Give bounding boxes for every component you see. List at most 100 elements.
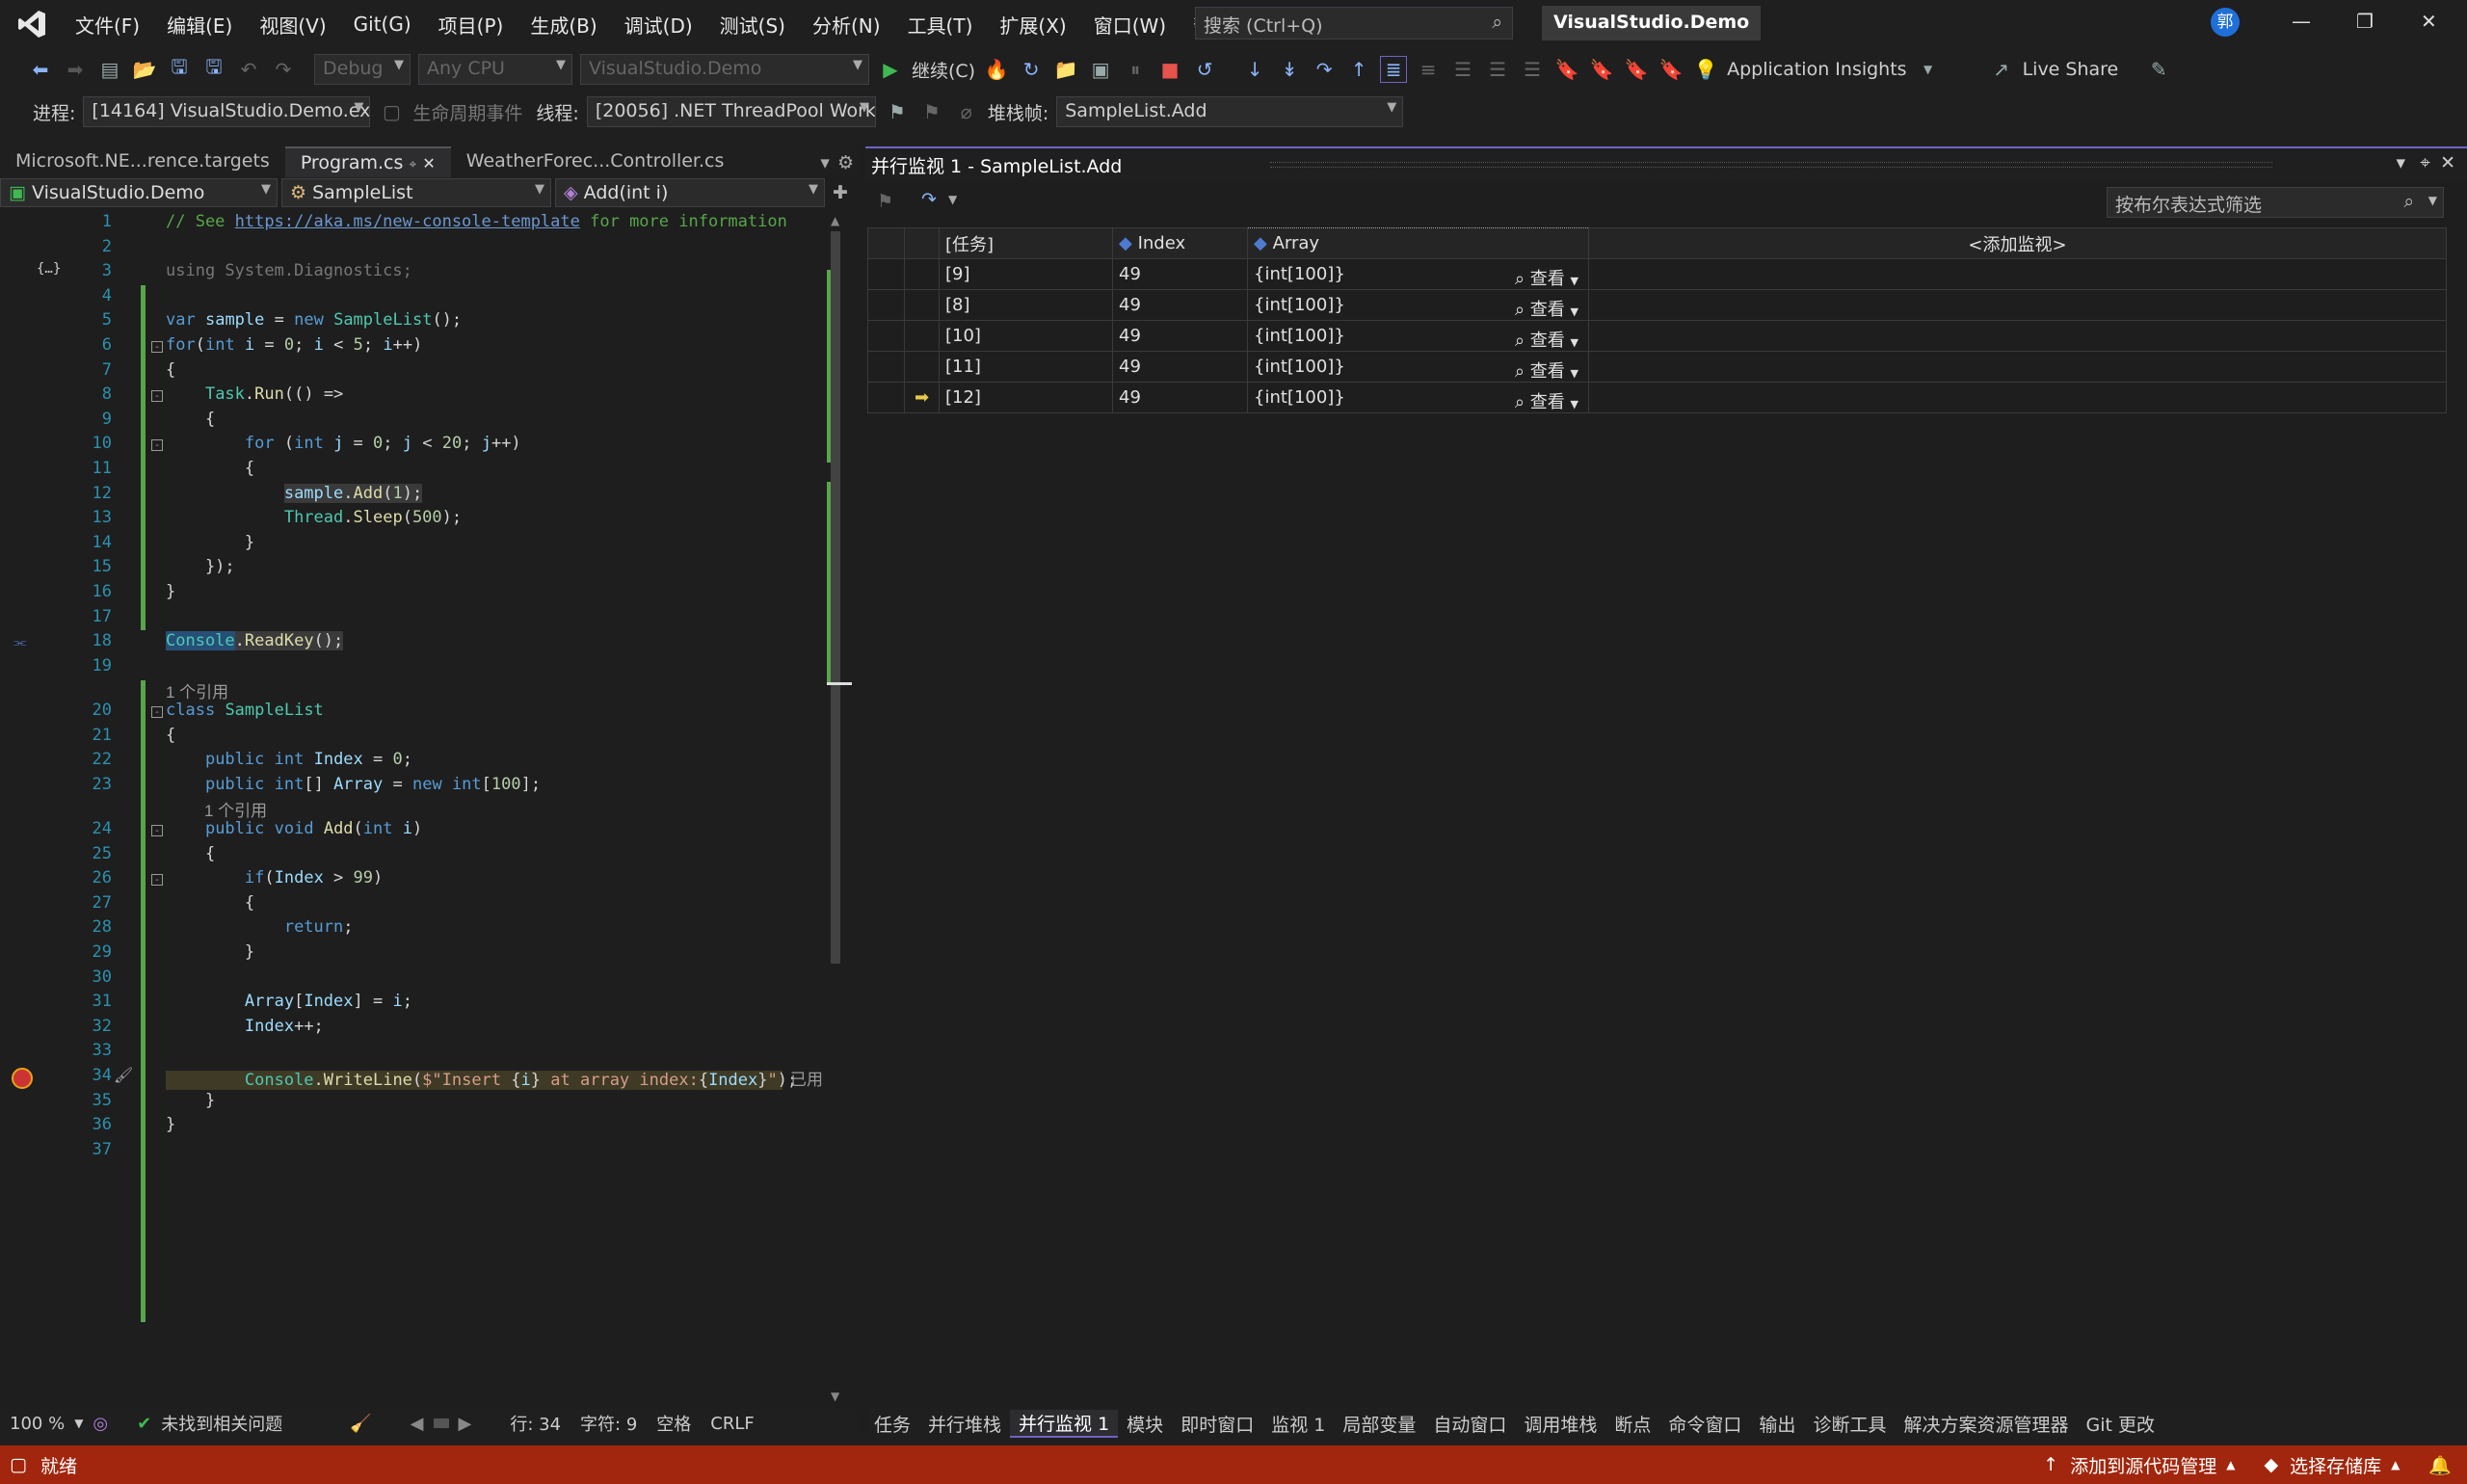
empty-watch-cell[interactable] — [1588, 351, 2447, 383]
task-column-header[interactable]: [任务] — [939, 227, 1113, 259]
open-folder-icon[interactable]: 📁 — [1052, 56, 1079, 83]
hex-display-icon[interactable]: ≡ — [1415, 56, 1442, 83]
empty-watch-cell[interactable] — [1588, 258, 2447, 290]
add-watch-column[interactable]: <添加监视> — [1588, 227, 2447, 259]
tool-tab[interactable]: 断点 — [1605, 1411, 1659, 1437]
flag-cell[interactable] — [867, 320, 905, 352]
tool-tab[interactable]: 输出 — [1750, 1411, 1804, 1437]
add-source-control-button[interactable]: 添加到源代码管理 — [2070, 1452, 2216, 1478]
collapse-icon[interactable]: - — [151, 341, 163, 353]
empty-watch-cell[interactable] — [1588, 320, 2447, 352]
menu-item[interactable]: 调试(D) — [611, 11, 706, 39]
restart-icon[interactable]: ↺ — [1191, 56, 1218, 83]
show-threads-icon[interactable]: ≣ — [1380, 56, 1408, 83]
copilot-icon[interactable]: ◎ — [93, 1414, 108, 1434]
tool-tab[interactable]: 模块 — [1118, 1411, 1172, 1437]
prev-bookmark-icon[interactable]: 🔖 — [1588, 56, 1615, 83]
flag-cell[interactable] — [867, 289, 905, 321]
code-text-area[interactable]: 1// See https://aka.ms/new-console-templ… — [0, 212, 829, 1397]
menu-item[interactable]: 生成(B) — [517, 11, 610, 39]
feedback-icon[interactable]: ✎ — [2145, 56, 2172, 83]
view-visualizer-button[interactable]: ⌕ 查看 ▼ — [1515, 358, 1578, 383]
stop-icon[interactable]: ■ — [1156, 56, 1183, 83]
codelens-references[interactable]: 1 个引用 — [0, 797, 829, 821]
view-visualizer-button[interactable]: ⌕ 查看 ▼ — [1515, 388, 1578, 413]
collapse-icon[interactable]: - — [151, 439, 163, 452]
collapse-icon[interactable]: - — [151, 825, 163, 836]
scroll-thumb[interactable] — [831, 231, 840, 964]
live-share-button[interactable]: Live Share — [2023, 59, 2119, 80]
share-icon[interactable]: ↗ — [1988, 56, 2015, 83]
exception-icon[interactable]: ☰ — [1449, 56, 1476, 83]
tool-tab[interactable]: Git 更改 — [2077, 1411, 2163, 1437]
step-into-icon[interactable]: ↓ — [1241, 56, 1268, 83]
thread-select[interactable]: [20056] .NET ThreadPool Worke ▼ — [586, 96, 876, 127]
tool-tab[interactable]: 自动窗口 — [1424, 1411, 1515, 1437]
step-into-specific-icon[interactable]: ↡ — [1276, 56, 1303, 83]
refresh-icon[interactable]: ↷ — [921, 189, 937, 210]
tool-tab[interactable]: 调用堆栈 — [1515, 1411, 1605, 1437]
minimize-icon[interactable]: — — [2292, 10, 2311, 33]
close-tab-icon[interactable]: ✕ — [422, 154, 435, 172]
menu-item[interactable]: 编辑(E) — [153, 11, 246, 39]
menu-item[interactable]: 分析(N) — [799, 11, 894, 39]
restore-icon[interactable]: ❐ — [2356, 10, 2374, 33]
type-nav-select[interactable]: ⚙ SampleList ▼ — [281, 178, 551, 207]
configuration-select[interactable]: Debug ▼ — [314, 54, 411, 85]
tool-tab[interactable]: 并行堆栈 — [919, 1411, 1010, 1437]
template-link[interactable]: https://aka.ms/new-console-template — [235, 212, 580, 231]
view-visualizer-button[interactable]: ⌕ 查看 ▼ — [1515, 265, 1578, 290]
toggle-icon[interactable]: ⌀ — [953, 98, 980, 125]
view-visualizer-button[interactable]: ⌕ 查看 ▼ — [1515, 296, 1578, 321]
startup-project-select[interactable]: VisualStudio.Demo ▼ — [580, 54, 869, 85]
scroll-left-icon[interactable]: ◀ — [411, 1414, 424, 1434]
horizontal-scroll-thumb[interactable] — [433, 1418, 449, 1428]
save-all-icon[interactable]: 🖫 — [200, 55, 227, 83]
chevron-down-icon[interactable]: ▼ — [74, 1417, 83, 1430]
view-visualizer-button[interactable]: ⌕ 查看 ▼ — [1515, 327, 1578, 352]
new-project-icon[interactable]: ▤ — [96, 56, 123, 83]
reference-count[interactable]: 1 个引用 — [204, 797, 267, 821]
menu-item[interactable]: 文件(F) — [62, 11, 153, 39]
step-out-icon[interactable]: ↑ — [1345, 56, 1372, 83]
project-nav-select[interactable]: ▣ VisualStudio.Demo ▼ — [0, 178, 278, 207]
chevron-down-icon[interactable]: ▼ — [2428, 194, 2437, 207]
redo-icon[interactable]: ↷ — [270, 56, 297, 83]
tab-weatherforecast-controller[interactable]: WeatherForec...Controller.cs — [451, 146, 740, 177]
chevron-up-icon[interactable]: ▲ — [2391, 1458, 2400, 1471]
layout-icon[interactable]: ▣ — [1087, 56, 1114, 83]
select-repository-button[interactable]: 选择存储库 — [2290, 1452, 2381, 1478]
process-select[interactable]: [14164] VisualStudio.Demo.exe ▼ — [83, 96, 371, 127]
flag-column-header[interactable] — [867, 227, 905, 259]
split-icon[interactable]: ✚ — [829, 178, 852, 211]
flag-all-icon[interactable]: ⚑ — [918, 98, 945, 125]
close-window-icon[interactable]: ✕ — [2421, 10, 2437, 33]
gear-icon[interactable]: ⚙ — [834, 148, 858, 177]
tool-tab[interactable]: 即时窗口 — [1172, 1411, 1262, 1437]
notification-icon[interactable]: ▢ — [10, 1454, 27, 1475]
table-row[interactable]: [11] 49 {int[100]} ⌕ 查看 ▼ — [867, 351, 2447, 383]
reference-count[interactable]: 1 个引用 — [166, 678, 228, 702]
editor-vertical-scrollbar[interactable]: ▲ ▼ — [827, 212, 852, 1407]
table-row[interactable]: ➡ [12] 49 {int[100]} ⌕ 查看 ▼ — [867, 382, 2447, 413]
scroll-up-icon[interactable]: ▲ — [831, 214, 839, 227]
tab-overflow-icon[interactable]: ▾ — [816, 148, 834, 177]
table-row[interactable]: [8] 49 {int[100]} ⌕ 查看 ▼ — [867, 289, 2447, 321]
index-column-header[interactable]: ◆ Index — [1112, 227, 1248, 259]
menu-item[interactable]: 窗口(W) — [1080, 11, 1180, 39]
lifecycle-icon[interactable]: ▢ — [378, 98, 405, 125]
line-number-status[interactable]: 行: 34 — [510, 1411, 561, 1436]
pin-icon[interactable]: ⌖ — [409, 157, 416, 172]
menu-item[interactable]: 测试(S) — [706, 11, 799, 39]
quick-action-brush-icon[interactable]: 🖌 — [114, 1066, 133, 1084]
chevron-down-icon[interactable]: ▼ — [948, 193, 957, 206]
collapse-icon[interactable]: - — [151, 390, 163, 403]
filter-expression-input[interactable]: 按布尔表达式筛选 ⌕ ▼ — [2107, 187, 2444, 218]
next-bookmark-icon[interactable]: 🔖 — [1623, 56, 1650, 83]
platform-select[interactable]: Any CPU ▼ — [418, 54, 572, 85]
line-ending-status[interactable]: CRLF — [710, 1414, 754, 1434]
notifications-bell-icon[interactable]: 🔔 — [2428, 1454, 2452, 1476]
indent-status[interactable]: 空格 — [656, 1411, 691, 1436]
title-grip[interactable] — [1270, 162, 2272, 168]
zoom-select[interactable]: 100 % — [10, 1414, 65, 1434]
